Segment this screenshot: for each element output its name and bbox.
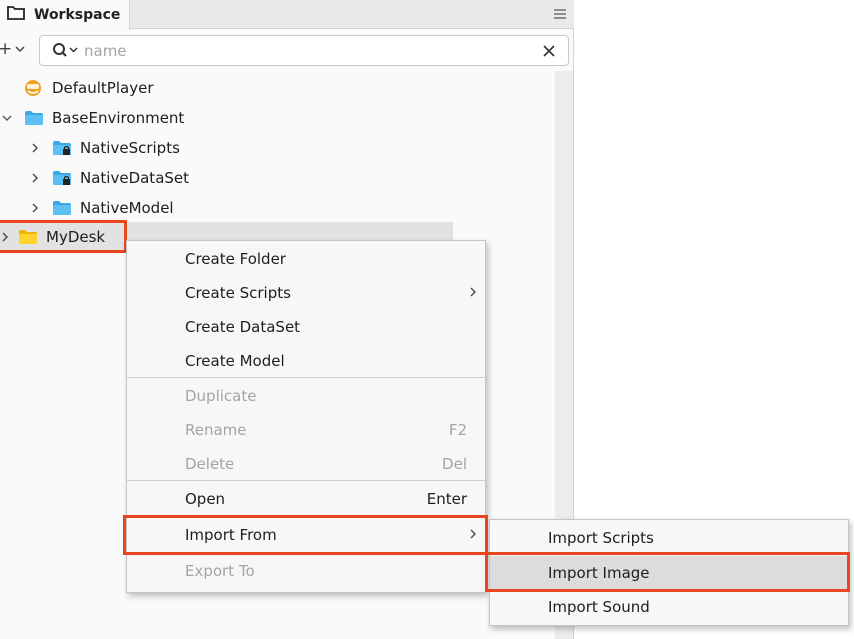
search-box[interactable] bbox=[39, 35, 569, 66]
menu-item-shortcut: Enter bbox=[426, 490, 467, 508]
menu-item-label: Export To bbox=[185, 562, 255, 580]
hamburger-menu-icon[interactable] bbox=[550, 4, 570, 24]
folder-locked-icon bbox=[52, 169, 72, 187]
chevron-right-icon[interactable] bbox=[28, 202, 42, 214]
submenu-item-import-sound[interactable]: Import Sound bbox=[490, 590, 848, 624]
chevron-right-icon[interactable] bbox=[28, 142, 42, 154]
menu-item-create-folder[interactable]: Create Folder bbox=[127, 242, 485, 276]
menu-item-label: Create Model bbox=[185, 352, 285, 370]
search-icon[interactable] bbox=[52, 42, 80, 64]
tree-item-nativedataset[interactable]: NativeDataSet bbox=[28, 163, 189, 193]
menu-item-create-model[interactable]: Create Model bbox=[127, 344, 485, 378]
tree-item-label: NativeDataSet bbox=[80, 169, 190, 187]
menu-item-label: Create Folder bbox=[185, 250, 286, 268]
menu-item-label: Rename bbox=[185, 421, 247, 439]
tab-workspace[interactable]: Workspace bbox=[0, 0, 130, 30]
tree-item-label: DefaultPlayer bbox=[52, 79, 154, 97]
chevron-right-icon[interactable] bbox=[28, 172, 42, 184]
folder-locked-icon bbox=[52, 139, 72, 157]
tree-item-label: NativeScripts bbox=[80, 139, 180, 157]
import-from-highlight-box bbox=[123, 515, 488, 555]
menu-item-create-scripts[interactable]: Create Scripts bbox=[127, 276, 485, 310]
folder-outline-icon bbox=[6, 5, 26, 25]
submenu-item-label: Import Scripts bbox=[548, 529, 654, 547]
tree-item-defaultplayer[interactable]: DefaultPlayer bbox=[24, 73, 153, 103]
chevron-down-icon[interactable] bbox=[0, 113, 14, 123]
player-icon bbox=[24, 79, 44, 97]
tree-item-label: BaseEnvironment bbox=[52, 109, 185, 127]
menu-item-label: Duplicate bbox=[185, 387, 257, 405]
tree-item-label: NativeModel bbox=[80, 199, 174, 217]
folder-blue-icon bbox=[52, 199, 72, 217]
add-button[interactable]: + bbox=[0, 39, 26, 59]
toolbar: + bbox=[0, 30, 574, 70]
import-image-highlight-box bbox=[485, 552, 850, 592]
menu-item-create-dataset[interactable]: Create DataSet bbox=[127, 310, 485, 344]
folder-blue-icon bbox=[24, 109, 44, 127]
menu-item-shortcut: Del bbox=[442, 455, 467, 473]
menu-item-label: Create DataSet bbox=[185, 318, 301, 336]
menu-item-rename[interactable]: Rename F2 bbox=[127, 413, 485, 447]
chevron-down-icon bbox=[15, 46, 25, 52]
menu-item-label: Delete bbox=[185, 455, 235, 473]
tab-bar: Workspace bbox=[0, 0, 574, 30]
menu-item-shortcut: F2 bbox=[448, 421, 467, 439]
add-label: + bbox=[0, 39, 13, 59]
tree-item-baseenvironment[interactable]: BaseEnvironment bbox=[0, 103, 184, 133]
menu-item-open[interactable]: Open Enter bbox=[127, 482, 485, 516]
menu-item-label: Open bbox=[185, 490, 226, 508]
close-icon[interactable] bbox=[540, 41, 558, 61]
menu-item-duplicate[interactable]: Duplicate bbox=[127, 379, 485, 413]
menu-separator bbox=[127, 377, 485, 378]
submenu-item-label: Import Sound bbox=[548, 598, 650, 616]
tab-label: Workspace bbox=[34, 7, 121, 23]
menu-item-export-to[interactable]: Export To bbox=[127, 554, 485, 588]
menu-separator bbox=[127, 480, 485, 481]
menu-item-delete[interactable]: Delete Del bbox=[127, 447, 485, 481]
tree-item-nativescripts[interactable]: NativeScripts bbox=[28, 133, 180, 163]
submenu-item-import-scripts[interactable]: Import Scripts bbox=[490, 521, 848, 555]
chevron-right-icon bbox=[469, 284, 477, 302]
mydesk-highlight-box bbox=[0, 220, 127, 253]
menu-item-label: Create Scripts bbox=[185, 284, 291, 302]
search-input[interactable] bbox=[84, 41, 524, 61]
tree-item-nativemodel[interactable]: NativeModel bbox=[28, 193, 174, 223]
